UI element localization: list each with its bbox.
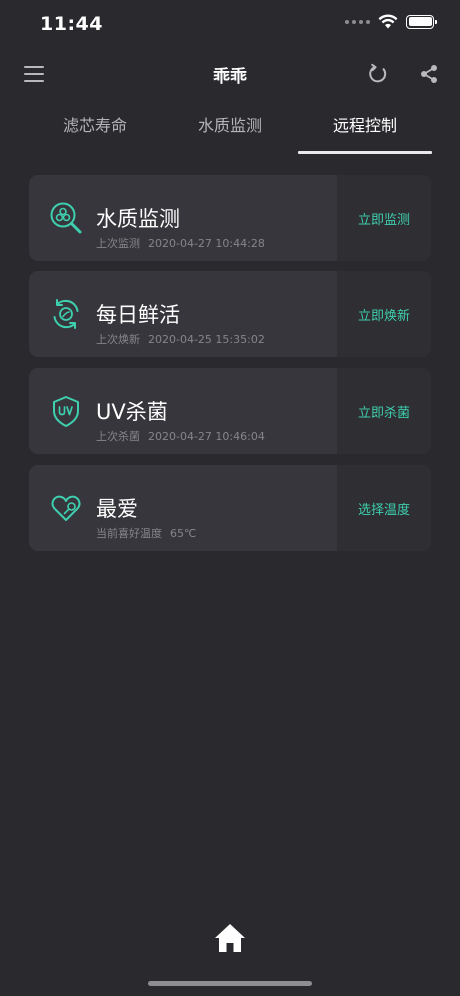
card-sub-label: 上次杀菌: [96, 430, 140, 443]
measure-now-button[interactable]: 立即监测: [337, 175, 431, 261]
daily-refresh-icon: [53, 299, 79, 329]
wifi-icon: [378, 14, 398, 29]
nav-bar: 乖乖: [0, 50, 460, 98]
card-sub-label: 上次焕新: [96, 333, 140, 346]
card-favorite[interactable]: 最爱 当前喜好温度 65℃ 选择温度: [29, 465, 431, 551]
tab-remote-control[interactable]: 远程控制: [298, 104, 432, 152]
card-uv-sterilize[interactable]: UV杀菌 上次杀菌 2020-04-27 10:46:04 立即杀菌: [29, 368, 431, 454]
uv-shield-icon: [53, 396, 79, 427]
card-daily-refresh[interactable]: 每日鲜活 上次焕新 2020-04-25 15:35:02 立即焕新: [29, 271, 431, 357]
sterilize-now-button[interactable]: 立即杀菌: [337, 368, 431, 454]
select-temperature-button[interactable]: 选择温度: [337, 465, 431, 551]
refresh-now-button[interactable]: 立即焕新: [337, 271, 431, 357]
signal-icon: [345, 19, 370, 24]
card-title: 每日鲜活: [96, 303, 180, 327]
card-subtitle: 上次监测 2020-04-27 10:44:28: [96, 235, 265, 251]
card-title: 最爱: [96, 497, 138, 521]
active-tab-indicator: [298, 151, 432, 154]
page-title: 乖乖: [213, 67, 247, 87]
water-quality-icon: [50, 202, 82, 234]
card-subtitle: 上次杀菌 2020-04-27 10:46:04: [96, 428, 265, 444]
status-icons: [345, 14, 437, 29]
home-indicator: [148, 981, 312, 986]
tab-filter-life[interactable]: 滤芯寿命: [28, 104, 162, 152]
share-icon[interactable]: [417, 62, 441, 86]
card-sub-value: 2020-04-27 10:44:28: [148, 237, 265, 250]
card-subtitle: 当前喜好温度 65℃: [96, 525, 196, 541]
home-icon[interactable]: [214, 922, 246, 954]
tab-water-quality[interactable]: 水质监测: [163, 104, 297, 152]
tab-bar: 滤芯寿命 水质监测 远程控制: [0, 104, 460, 154]
card-sub-value: 2020-04-25 15:35:02: [148, 333, 265, 346]
card-sub-value: 2020-04-27 10:46:04: [148, 430, 265, 443]
card-sub-value: 65℃: [170, 527, 197, 540]
status-bar: 11:44: [0, 0, 460, 48]
card-subtitle: 上次焕新 2020-04-25 15:35:02: [96, 331, 265, 347]
card-title: 水质监测: [96, 207, 180, 231]
refresh-icon[interactable]: [366, 62, 390, 86]
favorite-heart-icon: [51, 495, 81, 521]
status-time: 11:44: [40, 13, 103, 35]
card-water-quality[interactable]: 水质监测 上次监测 2020-04-27 10:44:28 立即监测: [29, 175, 431, 261]
card-sub-label: 当前喜好温度: [96, 527, 162, 540]
card-title: UV杀菌: [96, 400, 168, 424]
battery-icon: [406, 14, 437, 29]
screen: 11:44 乖乖 滤芯寿命 水质监测 远程控制 水质监测 上次监测 2020-0…: [0, 0, 460, 996]
card-sub-label: 上次监测: [96, 237, 140, 250]
